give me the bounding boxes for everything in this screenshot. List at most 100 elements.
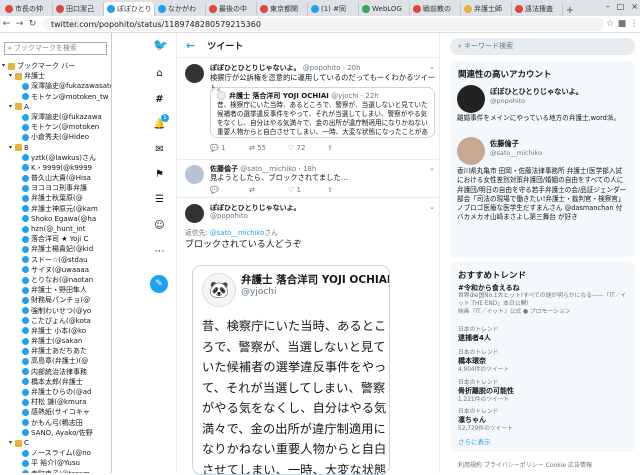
bookmark-item[interactable]: ▾ ブックマーク バー <box>0 61 111 71</box>
explore-hash-icon[interactable]: # <box>153 93 166 106</box>
bookmark-item[interactable]: 弁護士あだちあた <box>0 346 111 356</box>
browser-tab[interactable]: WebLOG <box>359 2 410 16</box>
account-handle[interactable]: @popohito <box>490 97 525 105</box>
bookmark-item[interactable]: 普久山大貴(@Hisa <box>0 173 111 183</box>
browser-tab[interactable]: 戦前教の <box>410 2 461 16</box>
browser-tab[interactable]: (1) #同 <box>308 2 359 16</box>
bookmark-item[interactable]: こたぴょん(@kota <box>0 316 111 326</box>
avatar[interactable] <box>457 85 485 113</box>
trend-item[interactable]: 日本のトレンド 橋本環奈 4,904件のツイート <box>458 349 628 374</box>
show-more-link[interactable]: さらに表示 <box>458 436 628 446</box>
bookmark-item[interactable]: ▾ C <box>0 438 111 448</box>
bookmark-item[interactable]: 深澤諭史@fukazawasatoshi <box>0 81 111 91</box>
tweet-author-name[interactable]: ぽぽひとひとりじゃないよ。 <box>210 64 300 72</box>
new-tab-button[interactable]: + <box>563 5 577 16</box>
bookmark-item[interactable]: 平 裕介(@Yusu <box>0 458 111 468</box>
lists-icon[interactable]: ☰ <box>153 193 166 206</box>
menu-icon[interactable]: ⋮ <box>628 19 640 29</box>
bookmark-item[interactable]: SANO, Ayako/佐野 <box>0 428 111 438</box>
reply-button[interactable]: 💬 1 <box>210 144 249 152</box>
chevron-down-icon[interactable]: ⌄ <box>429 63 435 71</box>
bookmarks-icon[interactable]: ⚑ <box>153 168 166 181</box>
bookmark-item[interactable]: 弁護士・野田隼人 <box>0 285 111 295</box>
account-name[interactable]: 佐藤倫子 <box>490 139 519 149</box>
retweet-button[interactable]: ⇄ <box>249 186 288 194</box>
compose-tweet-icon[interactable]: ✎ <box>150 275 168 293</box>
twitter-search-input[interactable]: ⌕ キーワード検索 <box>450 38 635 55</box>
tweet[interactable]: 佐藤倫子 @sato__michiko · 18h ⌄ 見ようとしたら、ブロック… <box>177 160 439 198</box>
like-button[interactable]: ♡ 72 <box>288 144 327 152</box>
share-button[interactable]: ⇪ <box>327 144 366 152</box>
bookmark-item[interactable]: ヨコヨコ刑事弁護 <box>0 183 111 193</box>
bookmark-item[interactable]: ▾ 弁護士 <box>0 71 111 81</box>
retweet-button[interactable]: ⇄ 55 <box>249 144 288 152</box>
bookmark-item[interactable]: とりなお(@naotan <box>0 275 111 285</box>
bookmark-item[interactable]: 強制わいせつ(@yo <box>0 306 111 316</box>
back-arrow-icon[interactable]: ← <box>0 19 13 29</box>
trend-item[interactable]: #令和から食えるね 世界die国No.1大ヒット!すべての謎が明らかになる——「… <box>458 284 628 316</box>
bookmark-item[interactable]: 寺町東子(@teram <box>0 469 111 473</box>
profile-icon[interactable]: ☺ <box>153 219 166 232</box>
account-handle[interactable]: @sato__michiko <box>490 149 542 157</box>
minimize-button[interactable]: – <box>606 2 610 11</box>
tweet-author-name[interactable]: 佐藤倫子 <box>210 165 238 173</box>
browser-tab[interactable]: 弁護士師 <box>461 2 512 16</box>
browser-tab[interactable]: なかがわ <box>155 2 206 16</box>
trend-item[interactable]: 日本のトレンド 骨折離脱の可能性 1,221件のツイート <box>458 379 628 404</box>
bookmark-item[interactable]: 内部統治法律事務 <box>0 367 111 377</box>
bookmark-item[interactable]: 弁護士楊貴妃(@kid <box>0 244 111 254</box>
bookmark-item[interactable]: 村松 謙(@kmura <box>0 397 111 407</box>
bookmark-item[interactable]: 小倉秀夫(@Hideo <box>0 132 111 142</box>
embedded-tweet-image[interactable]: 🐼 弁護士 落合洋司 YOJI OCHIAI @yjochi 昔、検察庁にいた当… <box>192 265 390 475</box>
reply-button[interactable]: 💬 <box>210 186 249 194</box>
bookmark-item[interactable]: 橋本太郎(弁護士 <box>0 377 111 387</box>
bookmark-item[interactable]: かもん弓(鴨志田 <box>0 418 111 428</box>
reply-to-handle[interactable]: @sato__michiko <box>210 229 264 237</box>
chevron-down-icon[interactable]: ⌄ <box>429 203 435 211</box>
bookmark-item[interactable]: サイヌ(@uwaaaa <box>0 265 111 275</box>
bookmark-item[interactable]: hzn(@_hunt_int <box>0 224 111 234</box>
avatar[interactable] <box>457 137 485 165</box>
share-button[interactable]: ⇪ <box>327 186 366 194</box>
twitter-bird-icon[interactable]: 🐦 <box>153 39 168 52</box>
bookmark-item[interactable]: 弁護士 小本(@ko <box>0 326 111 336</box>
bookmark-item[interactable]: K・9999(@k9999 <box>0 163 111 173</box>
bookmark-item[interactable]: モトケン(@motoken <box>0 122 111 132</box>
avatar[interactable] <box>185 165 204 184</box>
trend-item[interactable]: 日本のトレンド 凛ちゃん 52,729件のツイート <box>458 408 628 433</box>
bookmark-item[interactable]: 弁護士秋葉原(@ <box>0 193 111 203</box>
url-field[interactable]: twitter.com/popohito/status/118974828057… <box>43 17 604 31</box>
tweet-author-name[interactable]: ぽぽひとひとりじゃないよ。 <box>210 204 300 212</box>
bookmark-item[interactable]: ▾ B <box>0 143 111 153</box>
maximize-button[interactable]: □ <box>617 2 625 11</box>
bookmark-item[interactable]: 落合洋司 ★ Yoji C <box>0 234 111 244</box>
bookmark-item[interactable]: yztk(@lawkus)さん <box>0 153 111 163</box>
bookmark-item[interactable]: 感熱紙(サイコキャ <box>0 407 111 417</box>
browser-tab[interactable]: 最後の中 <box>206 2 257 16</box>
bookmark-item[interactable]: ▾ A <box>0 102 111 112</box>
bookmark-item[interactable]: 弁護士(@sakan <box>0 336 111 346</box>
bookmark-item[interactable]: スドー☆(@stdau <box>0 255 111 265</box>
browser-tab[interactable]: 市長の仲 <box>2 2 53 16</box>
bookmark-item[interactable]: ノースライム(@no <box>0 448 111 458</box>
tweet-author-handle[interactable]: @sato__michiko · 18h <box>240 165 316 173</box>
reload-icon[interactable]: ↻ <box>26 19 39 29</box>
extension-icon[interactable]: ■ <box>616 19 628 29</box>
close-button[interactable]: × <box>631 2 638 11</box>
like-button[interactable]: ♡ 1 <box>288 186 327 194</box>
bookmark-item[interactable]: 弁護士神原元(@kam <box>0 204 111 214</box>
forward-arrow-icon[interactable]: → <box>13 19 26 29</box>
tweet[interactable]: ぽぽひとひとりじゃないよ。 @popohito · 20h ⌄ 検察庁が公訴権を… <box>177 58 439 160</box>
footer-links[interactable]: 利用規約 プライバシーポリシー Cookie 広告情報 <box>458 460 592 469</box>
more-icon[interactable]: ⋯ <box>153 245 166 258</box>
avatar[interactable] <box>185 64 204 83</box>
messages-mail-icon[interactable]: ✉ <box>153 143 166 156</box>
avatar[interactable] <box>185 204 204 223</box>
chevron-down-icon[interactable]: ⌄ <box>429 164 435 172</box>
browser-tab[interactable]: 田口潔己 <box>53 2 104 16</box>
bookmark-item[interactable]: 高島章(弁護士)(@ <box>0 356 111 366</box>
bookmark-item[interactable]: Shoko Egawa(@ha <box>0 214 111 224</box>
bookmark-item[interactable]: 弁護士ひらの(@ad <box>0 387 111 397</box>
back-arrow-icon[interactable]: ← <box>186 39 195 52</box>
home-icon[interactable]: ⌂ <box>153 67 166 80</box>
